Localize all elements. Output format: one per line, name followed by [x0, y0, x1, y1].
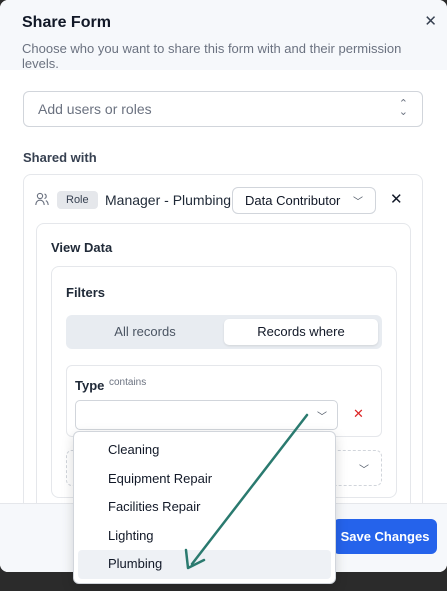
option-cleaning[interactable]: Cleaning	[78, 436, 331, 465]
role-badge: Role	[57, 191, 98, 209]
close-icon[interactable]: ✕	[424, 12, 437, 30]
dialog-header: Share Form Choose who you want to share …	[0, 0, 447, 71]
tab-all-records[interactable]: All records	[66, 315, 224, 349]
remove-entry-icon[interactable]: ✕	[390, 190, 403, 208]
option-plumbing[interactable]: Plumbing	[78, 550, 331, 579]
condition-field-label: Type	[75, 378, 105, 393]
view-data-title: View Data	[51, 240, 113, 255]
condition-operator: contains	[109, 377, 147, 388]
add-users-placeholder: Add users or roles	[38, 101, 152, 117]
chevron-down-icon: ﹀	[317, 412, 327, 423]
permission-select[interactable]: Data Contributor ﹀	[232, 187, 376, 214]
save-changes-button[interactable]: Save Changes	[333, 519, 437, 554]
shared-with-label: Shared with	[23, 150, 97, 165]
remove-condition-icon[interactable]: ✕	[353, 406, 364, 422]
option-lighting[interactable]: Lighting	[78, 522, 331, 551]
records-segmented-control: All records Records where	[66, 315, 382, 349]
filter-condition: Type contains ﹀ ✕	[66, 365, 382, 437]
users-icon	[35, 192, 49, 206]
option-facilities-repair[interactable]: Facilities Repair	[78, 493, 331, 522]
role-name: Manager - Plumbing	[105, 192, 232, 208]
dialog-title: Share Form	[22, 14, 111, 31]
chevron-up-down-icon: ⌃ ⌄	[398, 98, 408, 118]
shared-entry-row: Role Manager - Plumbing Data Contributor…	[24, 175, 422, 223]
tab-records-where[interactable]: Records where	[224, 319, 378, 345]
filters-title: Filters	[66, 285, 106, 300]
type-options-dropdown: Cleaning Equipment Repair Facilities Rep…	[73, 431, 336, 584]
chevron-down-icon: ﹀	[353, 197, 363, 208]
dialog-subtitle: Choose who you want to share this form w…	[22, 41, 402, 71]
add-users-select[interactable]: Add users or roles ⌃ ⌄	[23, 91, 423, 127]
option-equipment-repair[interactable]: Equipment Repair	[78, 465, 331, 494]
permission-value: Data Contributor	[245, 193, 341, 208]
condition-value-select[interactable]: ﹀	[75, 400, 338, 430]
chevron-down-icon: ﹀	[359, 465, 369, 476]
